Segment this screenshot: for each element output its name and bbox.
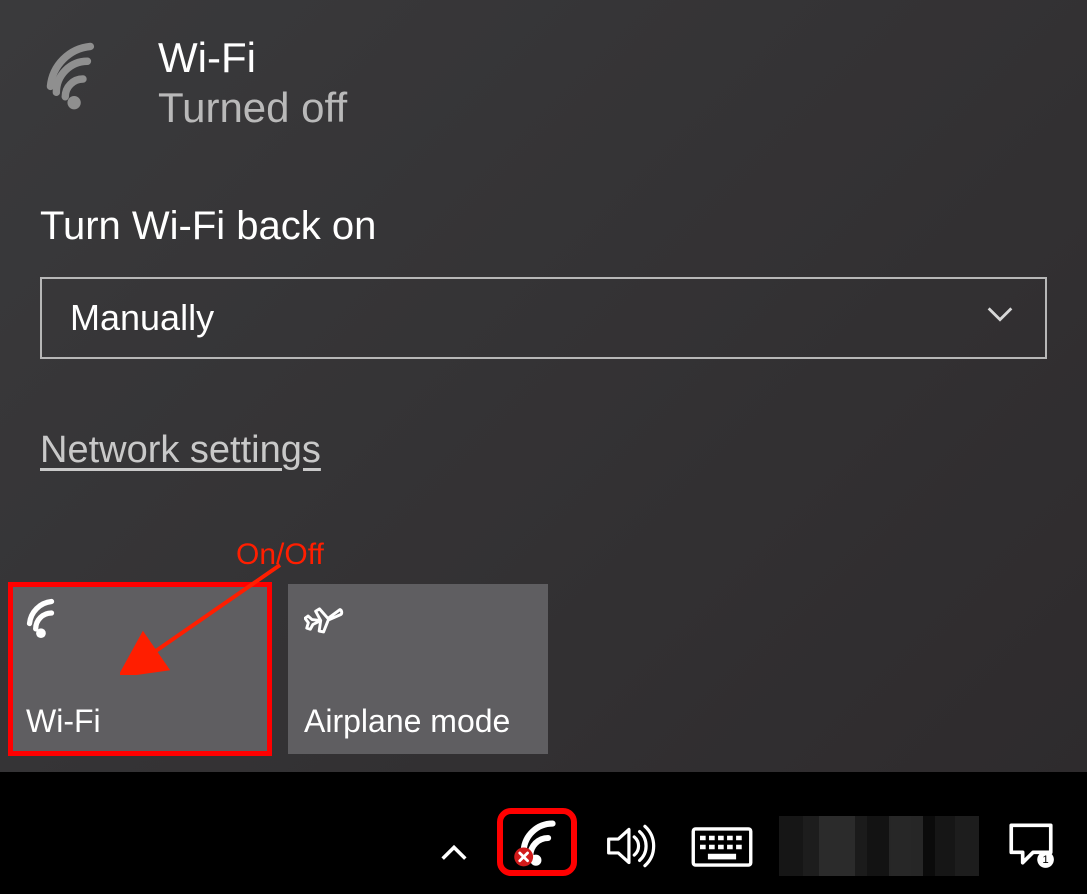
annotation-label: On/Off [236,538,324,572]
touch-keyboard-tray-icon[interactable] [683,818,761,876]
wifi-title: Wi-Fi [158,36,347,80]
airplane-mode-tile[interactable]: Airplane mode [288,584,548,754]
airplane-icon [304,598,532,650]
network-settings-link[interactable]: Network settings [40,429,321,472]
action-center-tray-icon[interactable]: 1 [997,812,1065,876]
turn-back-on-dropdown[interactable]: Manually [40,277,1047,359]
taskbar: 1 [0,772,1087,894]
clock-area-blurred[interactable] [779,816,979,876]
wifi-icon [46,42,120,121]
tray-overflow-chevron-icon[interactable] [429,830,479,876]
wifi-icon [26,598,254,650]
network-flyout: Wi-Fi Turned off Turn Wi-Fi back on Manu… [0,0,1087,772]
quick-action-tiles: Wi-Fi Airplane mode [10,584,548,754]
system-tray: 1 [429,754,1087,894]
turn-back-on-label: Turn Wi-Fi back on [40,204,1087,249]
volume-tray-icon[interactable] [595,816,665,876]
airplane-tile-label: Airplane mode [304,703,532,740]
wifi-status-row: Wi-Fi Turned off [0,0,1087,132]
network-tray-icon[interactable] [497,808,577,876]
wifi-tile-label: Wi-Fi [26,703,254,740]
wifi-toggle-tile[interactable]: Wi-Fi [10,584,270,754]
dropdown-selected-value: Manually [70,297,214,339]
chevron-down-icon [983,297,1017,340]
svg-text:1: 1 [1042,854,1048,866]
wifi-subtitle: Turned off [158,84,347,132]
